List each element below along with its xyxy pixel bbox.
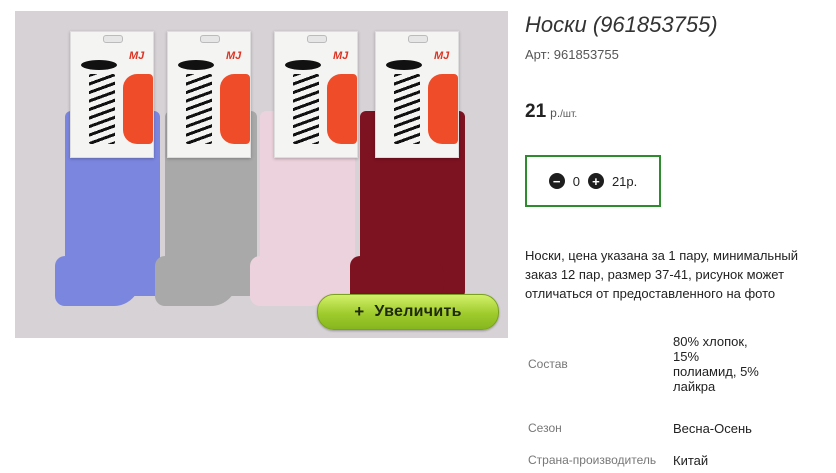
legs-graphic [186,74,212,144]
label-badge [327,74,357,144]
sock-foot [155,256,237,306]
product-image[interactable]: MJ MJ MJ MJ + Увеличить [15,11,508,338]
minus-icon[interactable]: − [548,173,565,189]
hat-graphic [386,60,422,70]
spec-row: Состав 80% хлопок, 15% полиамид, 5% лайк… [525,320,763,408]
legs-graphic [293,74,319,144]
plus-icon: + [354,302,365,321]
hanger-hole [307,35,327,43]
hanger-hole [200,35,220,43]
brand-logo: MJ [333,50,349,62]
spec-row: Сезон Весна-Осень [525,408,763,448]
legs-graphic [394,74,420,144]
sock-label-card: MJ [375,31,459,158]
price: 21 р./шт. [525,101,577,123]
price-per: /шт. [560,109,578,120]
sock-label-card: MJ [167,31,251,158]
spec-row: Страна-производитель Китай [525,448,763,472]
spec-value: 80% хлопок, 15% полиамид, 5% лайкра [673,334,759,394]
spec-key: Страна-производитель [528,453,657,467]
quantity-value: 0 [572,173,580,189]
price-unit: р./шт. [550,106,577,120]
sock-label-card: MJ [274,31,358,158]
product-title: Носки (961853755) [525,12,718,37]
brand-logo: MJ [434,50,450,62]
total-price: 21р. [611,173,638,189]
zoom-label: Увеличить [374,303,462,320]
spec-key: Состав [528,357,568,371]
hat-graphic [178,60,214,70]
product-sku: Арт: 961853755 [525,47,619,62]
spec-value: Китай [673,452,709,468]
hanger-hole [103,35,123,43]
price-value: 21 [525,101,547,122]
specs-table: Состав 80% хлопок, 15% полиамид, 5% лайк… [525,320,763,472]
label-badge [428,74,458,144]
brand-logo: MJ [226,50,242,62]
sock-item: MJ [350,11,500,338]
plus-icon[interactable]: + [587,173,604,189]
legs-graphic [89,74,115,144]
price-currency: р. [550,106,561,120]
sock-label-card: MJ [70,31,154,158]
product-description: Носки, цена указана за 1 пару, минимальн… [525,248,798,301]
hat-graphic [81,60,117,70]
hanger-hole [408,35,428,43]
brand-logo: MJ [129,50,145,62]
spec-value: Весна-Осень [673,420,752,436]
zoom-button[interactable]: + Увеличить [317,294,499,330]
label-badge [220,74,250,144]
quantity-stepper: − 0 + 21р. [525,155,661,207]
sock-foot [55,256,140,306]
spec-key: Сезон [528,421,562,435]
label-badge [123,74,153,144]
hat-graphic [285,60,321,70]
